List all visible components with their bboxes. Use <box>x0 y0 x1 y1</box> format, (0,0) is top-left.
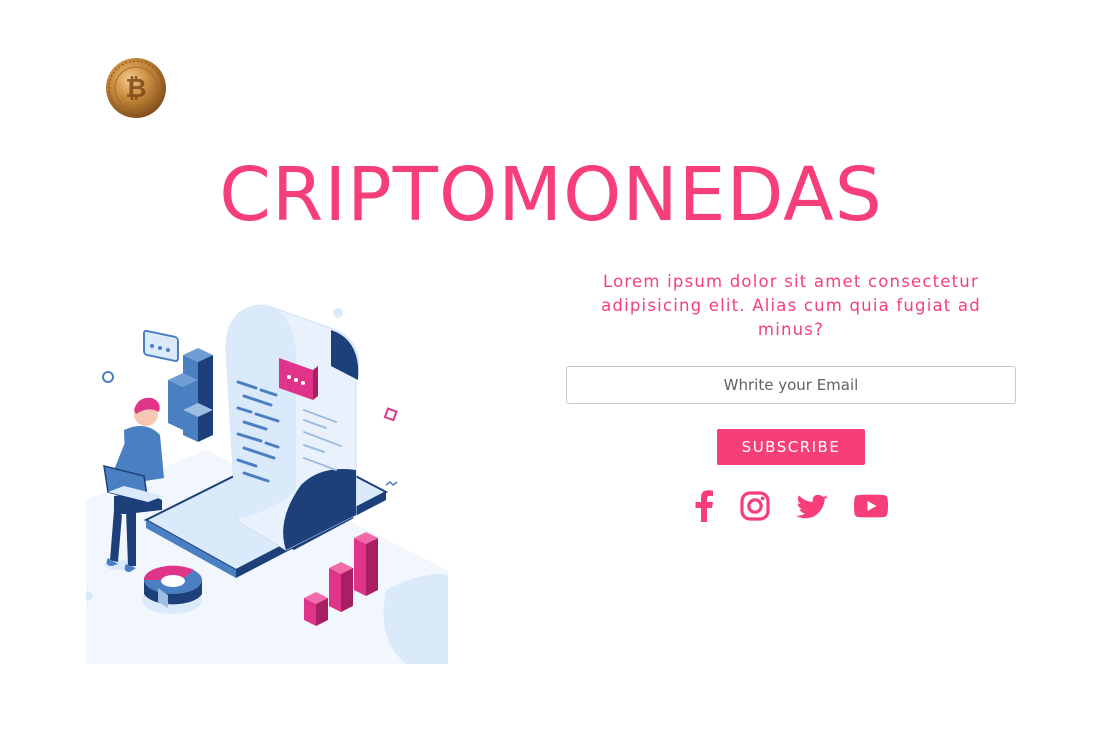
hero-description: Lorem ipsum dolor sit amet consectetur a… <box>601 272 981 339</box>
subscribe-panel: Lorem ipsum dolor sit amet consectetur a… <box>566 270 1016 523</box>
twitter-icon[interactable] <box>796 489 828 523</box>
bitcoin-logo-icon[interactable]: ₿ <box>105 57 167 119</box>
subscribe-button[interactable]: SUBSCRIBE <box>717 429 865 465</box>
crypto-analytics-illustration <box>83 270 448 664</box>
facebook-icon[interactable] <box>694 489 714 523</box>
social-links <box>566 489 1016 523</box>
youtube-icon[interactable] <box>854 489 888 523</box>
subscribe-button-wrap: SUBSCRIBE <box>566 429 1016 465</box>
instagram-icon[interactable] <box>740 489 770 523</box>
page-title: CRIPTOMONEDAS <box>219 152 883 238</box>
email-field[interactable] <box>566 366 1016 404</box>
svg-text:₿: ₿ <box>125 74 146 104</box>
